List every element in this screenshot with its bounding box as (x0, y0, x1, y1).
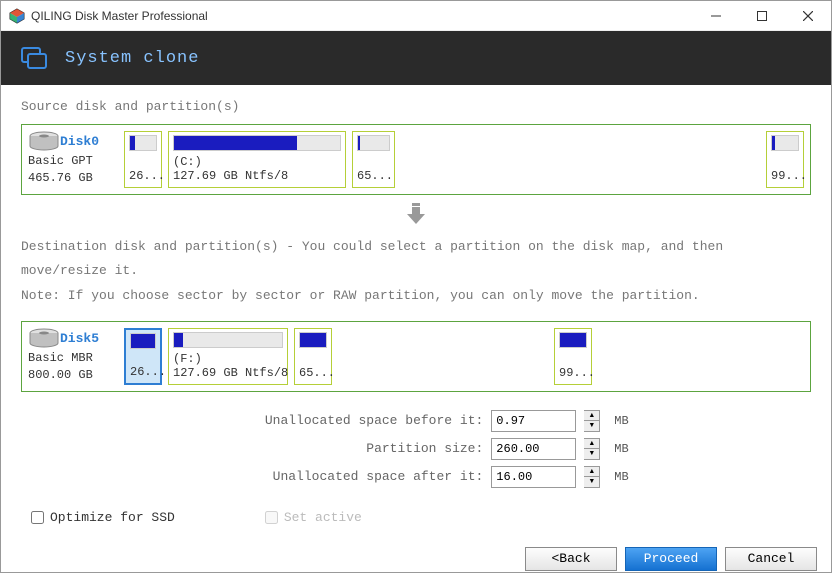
after-stepper[interactable]: ▲▼ (584, 466, 600, 488)
set-active-check: Set active (265, 510, 362, 525)
dest-disk-size: 800.00 GB (28, 367, 118, 384)
optimize-ssd-checkbox[interactable] (31, 511, 44, 524)
destination-notes: Destination disk and partition(s) - You … (21, 235, 811, 309)
unit-label: MB (614, 470, 628, 484)
arrow-down-icon (405, 201, 427, 225)
disk-icon (28, 131, 60, 153)
source-label: Source disk and partition(s) (21, 99, 811, 114)
unit-label: MB (614, 442, 628, 456)
source-partition-3[interactable]: 99... (766, 131, 804, 188)
optimize-ssd-check[interactable]: Optimize for SSD (31, 510, 175, 525)
step-up-icon[interactable]: ▲ (584, 411, 599, 422)
dest-disk-box: Disk5 Basic MBR 800.00 GB 26... (F:) 127… (21, 321, 811, 392)
before-stepper[interactable]: ▲▼ (584, 410, 600, 432)
proceed-button[interactable]: Proceed (625, 547, 717, 571)
dest-label-2: Note: If you choose sector by sector or … (21, 284, 811, 309)
size-input[interactable] (491, 438, 576, 460)
unit-label: MB (614, 414, 628, 428)
dest-disk-info: Disk5 Basic MBR 800.00 GB (28, 328, 118, 385)
resize-form: Unallocated space before it: ▲▼ MB Parti… (21, 410, 811, 488)
page-header: System clone (1, 31, 831, 85)
step-down-icon[interactable]: ▼ (584, 477, 599, 487)
source-disk-size: 465.76 GB (28, 170, 118, 187)
source-disk-info: Disk0 Basic GPT 465.76 GB (28, 131, 118, 188)
titlebar: QILING Disk Master Professional (1, 1, 831, 31)
after-label: Unallocated space after it: (203, 469, 483, 484)
checkbox-row: Optimize for SSD Set active (21, 510, 811, 525)
cancel-button[interactable]: Cancel (725, 547, 817, 571)
set-active-checkbox (265, 511, 278, 524)
app-window: QILING Disk Master Professional System c… (0, 0, 832, 573)
close-button[interactable] (785, 1, 831, 31)
source-partition-2[interactable]: 65... (352, 131, 395, 188)
size-label: Partition size: (203, 441, 483, 456)
page-heading: System clone (65, 49, 199, 68)
dest-disk-type: Basic MBR (28, 350, 118, 367)
after-input[interactable] (491, 466, 576, 488)
back-button[interactable]: <Back (525, 547, 617, 571)
before-input[interactable] (491, 410, 576, 432)
disk-icon (28, 328, 60, 350)
dest-partition-2[interactable]: 65... (294, 328, 332, 385)
step-up-icon[interactable]: ▲ (584, 467, 599, 478)
source-partition-1[interactable]: (C:) 127.69 GB Ntfs/8 (168, 131, 346, 188)
dest-partition-3[interactable]: 99... (554, 328, 592, 385)
source-disk-box: Disk0 Basic GPT 465.76 GB 26... (C:) 127… (21, 124, 811, 195)
system-clone-icon (21, 45, 47, 71)
before-label: Unallocated space before it: (203, 413, 483, 428)
content-area: Source disk and partition(s) Disk0 Basic… (1, 85, 831, 535)
window-title: QILING Disk Master Professional (31, 9, 693, 23)
dest-disk-name: Disk5 (60, 330, 99, 348)
dest-partition-1[interactable]: (F:) 127.69 GB Ntfs/8 (168, 328, 288, 385)
maximize-button[interactable] (739, 1, 785, 31)
dest-partition-0[interactable]: 26... (124, 328, 162, 385)
step-up-icon[interactable]: ▲ (584, 439, 599, 450)
source-disk-type: Basic GPT (28, 153, 118, 170)
step-down-icon[interactable]: ▼ (584, 449, 599, 459)
app-logo-icon (9, 8, 25, 24)
source-partition-0[interactable]: 26... (124, 131, 162, 188)
footer: <Back Proceed Cancel (1, 535, 831, 583)
minimize-button[interactable] (693, 1, 739, 31)
source-disk-name: Disk0 (60, 133, 99, 151)
dest-label-1: Destination disk and partition(s) - You … (21, 235, 811, 284)
step-down-icon[interactable]: ▼ (584, 421, 599, 431)
size-stepper[interactable]: ▲▼ (584, 438, 600, 460)
